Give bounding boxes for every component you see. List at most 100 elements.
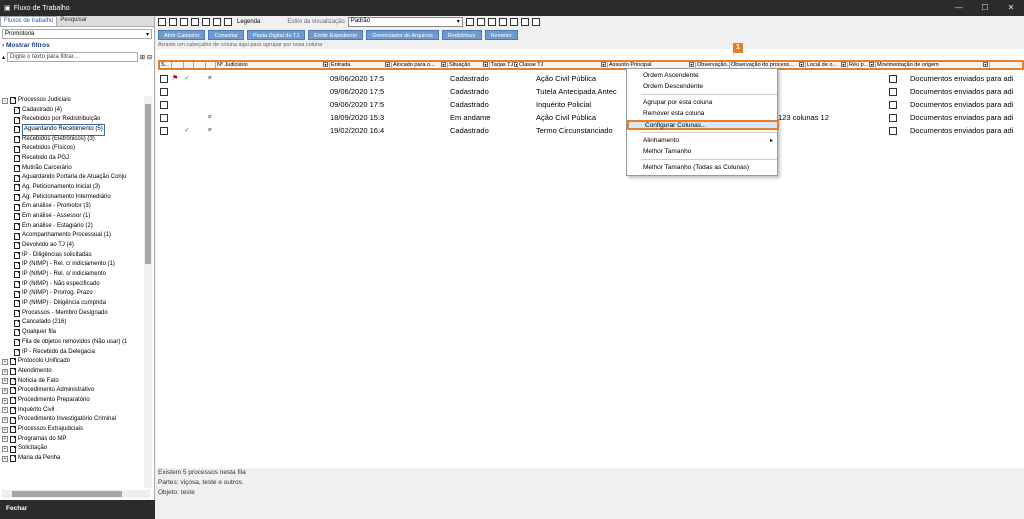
tab-pesquisar[interactable]: Pesquisar (57, 16, 90, 26)
column-filter-icon[interactable]: ▾ (869, 62, 875, 67)
filter-icon[interactable]: ⊞ (140, 54, 145, 61)
save-style-icon[interactable] (465, 18, 474, 26)
style-select[interactable]: Padrão ▾ (347, 17, 463, 27)
tree-node[interactable]: Recebido da PGJ (2, 154, 142, 164)
tree-node[interactable]: Fila de objetos removidos (Não usar) (1 (2, 338, 142, 348)
column-header[interactable] (172, 62, 184, 68)
context-menu-item[interactable]: Configurar Colunas... (627, 120, 779, 130)
tree-node[interactable]: + Solicitação (2, 444, 142, 454)
tree-node[interactable]: − Processos Judiciais (2, 96, 142, 106)
column-header[interactable]: Classe TJ ▾ (518, 62, 608, 68)
column-filter-icon[interactable]: ▾ (385, 62, 390, 67)
expand-toggle-icon[interactable]: + (2, 397, 8, 404)
column-header[interactable]: Local de o... ▾ (806, 62, 848, 68)
tree-node[interactable]: Devolvido ao TJ (4) (2, 241, 142, 251)
tree-node[interactable]: Ag. Peticionamento Inicial (3) (2, 183, 142, 193)
tree-node[interactable]: Aguardando Recebimento (5) (2, 124, 142, 136)
tree-node[interactable]: Recebidos (Físicos) (2, 144, 142, 154)
context-menu-item[interactable]: Melhor Tamanho (Todas as Colunas) (627, 163, 779, 173)
tree-node[interactable]: Em análise - Promotor (3) (2, 202, 142, 212)
tree-node[interactable]: IP - Recebido da Delegacia (2, 347, 142, 357)
column-filter-icon[interactable]: ▾ (441, 62, 446, 67)
filter-input[interactable]: Digite o texto para filtrar... (7, 52, 138, 62)
action-button[interactable]: Pasta Digital do TJ (247, 30, 306, 40)
table-row[interactable]: 09/06/2020 17:5 Cadastrado Tutela Antecipa… (158, 87, 1024, 97)
table-row[interactable]: ⚑ ✓ ⌀ 09/06/2020 17:5 Cadastrado Ação Civil P… (158, 74, 1024, 84)
expand-toggle-icon[interactable]: + (2, 446, 8, 453)
row-checkbox[interactable] (160, 101, 168, 109)
action-button[interactable]: Consultar (208, 30, 245, 40)
tree-node[interactable]: IP (NIMP) - Prorrog. Prazo (2, 289, 142, 299)
column-filter-icon[interactable]: ▾ (323, 62, 328, 67)
context-menu-item[interactable]: Agrupar por esta coluna (627, 98, 779, 108)
tree-node[interactable]: Qualquer fila (2, 328, 142, 338)
tree-node[interactable]: Em análise - Assessor (1) (2, 212, 142, 222)
tree-vertical-scrollbar[interactable] (144, 96, 152, 488)
tree-icon[interactable] (158, 18, 166, 26)
context-menu-item[interactable]: Remover esta coluna (627, 109, 779, 119)
close-window-button[interactable]: ✕ (998, 0, 1024, 16)
table-row[interactable]: ⌀ 18/09/2020 15:3 Em andame Ação Civil Públ… (158, 113, 1024, 123)
clear-filter-icon[interactable]: ⊟ (147, 54, 152, 61)
column-header[interactable]: Réu p... ▾ (848, 62, 876, 68)
defendant-checkbox[interactable] (889, 88, 897, 96)
tree-node[interactable]: + Procedimento Investigatório Criminal (2, 415, 142, 425)
tree-node[interactable]: + Procedimento Preparatório (2, 396, 142, 406)
copy-icon[interactable] (180, 18, 188, 26)
tree-node[interactable]: IP (NIMP) - Rel. c/ indiciamento (1) (2, 260, 142, 270)
tree-node[interactable]: + Procedimento Administrativo (2, 386, 142, 396)
expand-toggle-icon[interactable]: + (2, 387, 8, 394)
column-header[interactable]: Movimentação de origem ▾ (876, 62, 990, 68)
tree-node[interactable]: Recebidos (Eletrônicos) (3) (2, 135, 142, 145)
tree-horizontal-scrollbar[interactable] (2, 490, 150, 498)
tree-node[interactable]: + Inquérito Civil (2, 406, 142, 416)
column-filter-icon[interactable]: ▾ (983, 62, 988, 67)
show-filters-link[interactable]: › Mostrar filtros (2, 42, 152, 49)
column-header[interactable] (206, 62, 216, 68)
column-header[interactable]: Tarjas TJ ▾ (490, 62, 518, 68)
expand-toggle-icon[interactable]: + (2, 358, 8, 365)
row-checkbox[interactable] (160, 127, 168, 135)
row-checkbox[interactable] (160, 75, 168, 83)
tree-node[interactable]: Mutirão Carcerário (2, 164, 142, 174)
columns-icon[interactable] (498, 18, 507, 26)
defendant-checkbox[interactable] (889, 75, 897, 83)
tree-node[interactable]: Cancelado (216) (2, 318, 142, 328)
tree-node[interactable]: + Atendimento (2, 367, 142, 377)
tree-node[interactable]: + Processos Extrajudiciais (2, 425, 142, 435)
column-filter-icon[interactable]: ▾ (841, 62, 846, 67)
column-filter-icon[interactable]: ▾ (601, 62, 606, 67)
defendant-checkbox[interactable] (889, 127, 897, 135)
action-button[interactable]: Emitir Expediente (308, 30, 364, 40)
tree-node[interactable]: + Maria da Penha (2, 454, 142, 464)
pdf-icon[interactable] (520, 18, 529, 26)
tree-node[interactable]: + Programas do MP (2, 435, 142, 445)
export-icon[interactable] (202, 18, 210, 26)
row-checkbox[interactable] (160, 114, 168, 122)
expand-toggle-icon[interactable]: + (2, 407, 8, 414)
table-row[interactable]: 09/06/2020 17:5 Cadastrado Inquérito Polic… (158, 100, 1024, 110)
expand-toggle-icon[interactable]: + (2, 378, 8, 385)
refresh-icon[interactable] (169, 18, 177, 26)
column-filter-icon[interactable]: ▾ (483, 62, 488, 67)
defendant-checkbox[interactable] (889, 114, 897, 122)
tree-node[interactable]: IP - Diligências solicitadas (2, 251, 142, 261)
column-header[interactable] (194, 62, 206, 68)
excel-icon[interactable] (509, 18, 518, 26)
table-row[interactable]: ✓ ⌀ 19/02/2020 16:4 Cadastrado Termo Circuns… (158, 126, 1024, 136)
context-menu-item[interactable]: Ordem Descendente (627, 82, 779, 92)
tree-node[interactable]: Em análise - Estagiário (2) (2, 222, 142, 232)
column-header[interactable]: Situação ▾ (448, 62, 490, 68)
tree-node[interactable]: Acompanhamento Processual (1) (2, 231, 142, 241)
context-menu-item[interactable]: Melhor Tamanho (627, 147, 779, 157)
expand-toggle-icon[interactable]: + (2, 436, 8, 443)
column-header[interactable]: Entrada ▾ (330, 62, 392, 68)
column-header[interactable] (184, 62, 194, 68)
tree-node[interactable]: Processos - Membro Designado (2, 309, 142, 319)
paste-icon[interactable] (191, 18, 199, 26)
delete-style-icon[interactable] (476, 18, 485, 26)
defendant-checkbox[interactable] (889, 101, 897, 109)
column-header[interactable]: Alocado para o... ▾ (392, 62, 448, 68)
legend-icon[interactable] (224, 18, 232, 26)
grid-icon[interactable] (487, 18, 496, 26)
